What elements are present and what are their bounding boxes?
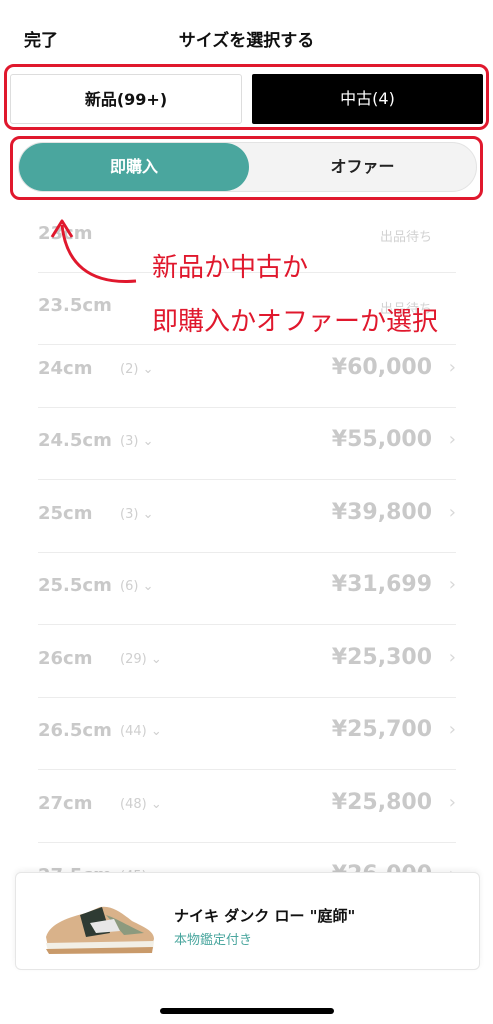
- tab-offer[interactable]: オファー: [249, 143, 476, 191]
- price: ¥60,000: [331, 355, 432, 380]
- chevron-right-icon: ›: [448, 574, 456, 595]
- page-title: サイズを選択する: [178, 31, 315, 51]
- price: ¥25,700: [331, 717, 432, 742]
- listing-count: (29) ⌄: [120, 652, 162, 667]
- listing-count: (2) ⌄: [120, 362, 153, 377]
- count-value: (3): [120, 434, 139, 449]
- chevron-down-icon: ⌄: [150, 724, 162, 739]
- status-text: 出品待ち: [379, 230, 432, 245]
- chevron-down-icon: ⌄: [142, 507, 154, 522]
- tab-buy-now[interactable]: 即購入: [19, 143, 249, 191]
- listing-count: (44) ⌄: [120, 724, 162, 739]
- size-label: 23.5cm: [38, 295, 112, 316]
- chevron-right-icon: ›: [448, 647, 456, 668]
- price: ¥39,800: [331, 500, 432, 525]
- price: ¥25,800: [331, 790, 432, 815]
- size-row[interactable]: 24.5cm (3) ⌄ ¥55,000 ›: [38, 407, 456, 480]
- chevron-right-icon: ›: [448, 357, 456, 378]
- chevron-down-icon: ⌄: [142, 434, 154, 449]
- count-value: (2): [120, 362, 139, 377]
- size-label: 26.5cm: [38, 720, 112, 741]
- size-label: 25cm: [38, 503, 93, 524]
- chevron-right-icon: ›: [448, 429, 456, 450]
- listing-count: (6) ⌄: [120, 579, 153, 594]
- listing-count: (3) ⌄: [120, 434, 153, 449]
- size-label: 26cm: [38, 648, 93, 669]
- size-row[interactable]: 24cm (2) ⌄ ¥60,000 ›: [38, 335, 456, 408]
- size-label: 27cm: [38, 793, 93, 814]
- listing-count: (48) ⌄: [120, 797, 162, 812]
- size-label: 25.5cm: [38, 575, 112, 596]
- tab-new[interactable]: 新品(99+): [10, 74, 242, 124]
- chevron-right-icon: ›: [448, 502, 456, 523]
- count-value: (29): [120, 652, 147, 667]
- size-row[interactable]: 26cm (29) ⌄ ¥25,300 ›: [38, 625, 456, 698]
- chevron-down-icon: ⌄: [142, 362, 154, 377]
- size-row[interactable]: 25.5cm (6) ⌄ ¥31,699 ›: [38, 552, 456, 625]
- authenticity-label: 本物鑑定付き: [174, 933, 253, 948]
- price: ¥25,300: [331, 645, 432, 670]
- chevron-right-icon: ›: [448, 792, 456, 813]
- chevron-down-icon: ⌄: [150, 797, 162, 812]
- chevron-down-icon: ⌄: [150, 652, 162, 667]
- sneaker-image: [46, 906, 154, 954]
- count-value: (44): [120, 724, 147, 739]
- chevron-right-icon: ›: [448, 719, 456, 740]
- home-indicator: [160, 1008, 334, 1014]
- count-value: (6): [120, 579, 139, 594]
- product-card[interactable]: ナイキ ダンク ロー "庭師" 本物鑑定付き: [15, 872, 480, 970]
- curved-arrow-icon: [50, 219, 137, 283]
- size-row[interactable]: 26.5cm (44) ⌄ ¥25,700 ›: [38, 697, 456, 770]
- price: ¥55,000: [331, 427, 432, 452]
- header: 完了 サイズを選択する: [0, 0, 493, 72]
- tab-used[interactable]: 中古(4): [252, 74, 483, 124]
- annotation-line-1: 新品か中古か: [152, 253, 309, 283]
- size-row[interactable]: 27cm (48) ⌄ ¥25,800 ›: [38, 770, 456, 843]
- count-value: (48): [120, 797, 147, 812]
- size-row[interactable]: 25cm (3) ⌄ ¥39,800 ›: [38, 480, 456, 553]
- product-name: ナイキ ダンク ロー "庭師": [174, 907, 356, 925]
- chevron-down-icon: ⌄: [142, 579, 154, 594]
- price: ¥31,699: [331, 572, 432, 597]
- listing-count: (3) ⌄: [120, 507, 153, 522]
- count-value: (3): [120, 507, 139, 522]
- purchase-mode-toggle: 即購入 オファー: [18, 142, 477, 192]
- annotation-line-2: 即購入かオファーか選択: [152, 307, 439, 337]
- size-label: 24cm: [38, 358, 93, 379]
- condition-tabs: 新品(99+) 中古(4): [10, 72, 483, 126]
- size-label: 24.5cm: [38, 430, 112, 451]
